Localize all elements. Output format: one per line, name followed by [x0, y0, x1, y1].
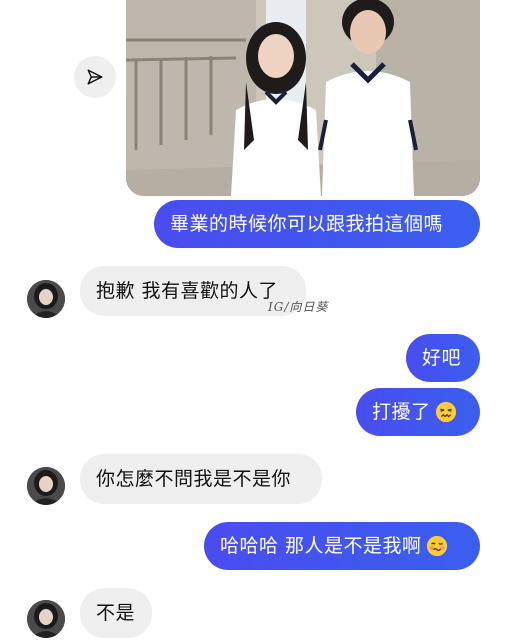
message-text: 好吧	[422, 346, 462, 369]
contact-avatar[interactable]	[27, 600, 65, 638]
message-text: 不是	[96, 601, 136, 624]
message-text: 打擾了	[372, 400, 431, 423]
message-text: 哈哈哈 那人是不是我啊	[220, 534, 422, 557]
outgoing-message-bubble[interactable]: 打擾了	[356, 388, 480, 436]
confounded-face-emoji	[435, 401, 456, 423]
photo-illustration	[126, 0, 480, 196]
avatar-image	[27, 280, 65, 318]
woozy-face-emoji	[426, 535, 447, 557]
contact-avatar[interactable]	[27, 467, 65, 505]
outgoing-message-bubble[interactable]: 哈哈哈 那人是不是我啊	[204, 522, 480, 570]
message-text: 你怎麼不問我是不是你	[96, 467, 292, 490]
message-text: 畢業的時候你可以跟我拍這個嗎	[170, 212, 444, 235]
watermark: IG/向日葵	[268, 300, 329, 314]
share-button[interactable]	[74, 56, 116, 98]
message-text: 抱歉 我有喜歡的人了	[96, 279, 279, 302]
contact-avatar[interactable]	[27, 280, 65, 318]
avatar-image	[27, 600, 65, 638]
paper-plane-icon	[87, 69, 103, 85]
shared-photo[interactable]	[126, 0, 480, 196]
incoming-message-bubble[interactable]: 你怎麼不問我是不是你	[80, 454, 322, 504]
incoming-message-bubble[interactable]: 不是	[80, 588, 152, 638]
avatar-image	[27, 467, 65, 505]
outgoing-message-bubble[interactable]: 畢業的時候你可以跟我拍這個嗎	[154, 200, 480, 248]
outgoing-message-bubble[interactable]: 好吧	[406, 334, 480, 382]
